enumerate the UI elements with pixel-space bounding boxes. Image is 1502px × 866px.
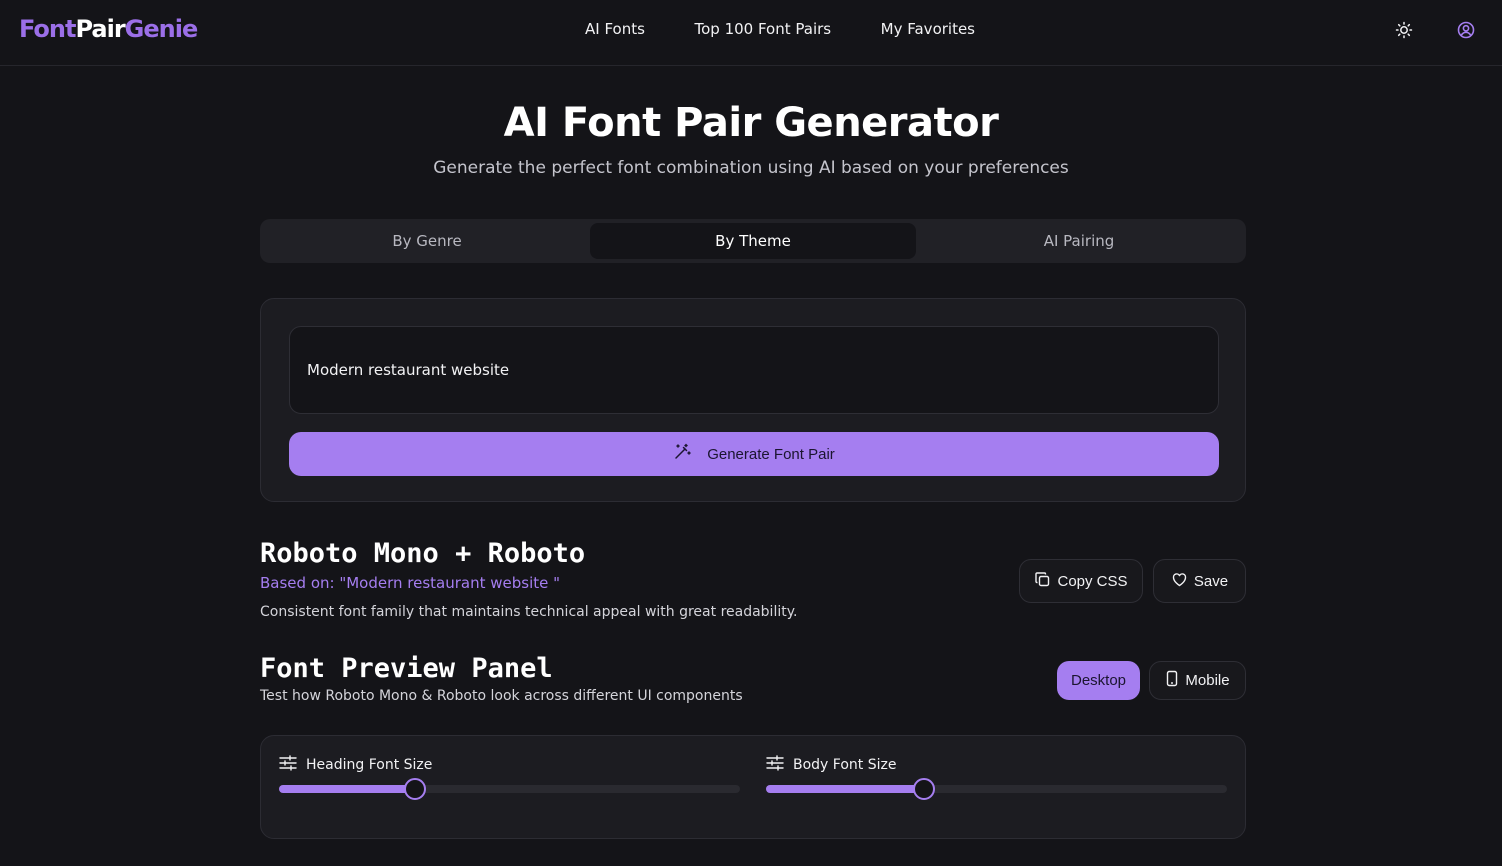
font-size-controls: Heading Font Size Body Font Size [260,735,1246,839]
heading-size-label: Heading Font Size [279,755,432,775]
user-circle-icon[interactable] [1456,20,1476,40]
tab-ai-pairing[interactable]: AI Pairing [916,223,1242,259]
font-pair-title: Roboto Mono + Roboto [260,538,586,569]
nav-links: AI Fonts Top 100 Font Pairs My Favorites [575,20,985,38]
preview-panel-subtitle: Test how Roboto Mono & Roboto look acros… [260,688,743,704]
tab-by-genre[interactable]: By Genre [264,223,590,259]
tab-by-theme[interactable]: By Theme [590,223,916,259]
brand-part-font: Font [19,15,76,43]
mode-tabs: By Genre By Theme AI Pairing [260,219,1246,263]
generate-button-label: Generate Font Pair [707,445,835,463]
heading-slider-thumb[interactable] [403,778,426,800]
based-on-text: Based on: "Modern restaurant website " [260,574,561,592]
brand-part-genie: Genie [124,15,199,43]
save-label: Save [1193,572,1229,590]
magic-wand-icon [673,443,691,465]
page-title: AI Font Pair Generator [503,100,999,146]
nav-link-top-100[interactable]: Top 100 Font Pairs [684,20,841,38]
body-slider-fill [766,785,925,793]
font-pair-description: Consistent font family that maintains te… [260,604,798,620]
brand-logo[interactable]: Font Pair Genie [19,15,199,43]
heading-size-text: Heading Font Size [306,757,433,773]
sliders-icon [279,755,297,775]
page-subtitle: Generate the perfect font combination us… [433,158,1069,178]
brand-part-pair: Pair [75,15,125,43]
theme-input[interactable] [289,326,1219,414]
body-size-text: Body Font Size [793,757,897,773]
phone-icon [1165,670,1179,691]
save-button[interactable]: Save [1153,559,1246,603]
nav-link-ai-fonts[interactable]: AI Fonts [575,20,655,38]
sliders-icon [766,755,784,775]
copy-icon [1034,571,1051,592]
preview-panel-title: Font Preview Panel [260,653,553,684]
body-slider-thumb[interactable] [913,778,936,800]
mobile-label: Mobile [1185,672,1230,689]
heading-slider-fill [279,785,415,793]
top-navbar: Font Pair Genie AI Fonts Top 100 Font Pa… [0,0,1502,66]
copy-css-label: Copy CSS [1057,572,1128,590]
nav-link-favorites[interactable]: My Favorites [871,20,985,38]
sun-icon[interactable] [1394,20,1414,40]
body-size-label: Body Font Size [766,755,896,775]
copy-css-button[interactable]: Copy CSS [1019,559,1143,603]
desktop-view-button[interactable]: Desktop [1057,661,1140,700]
generator-card: Generate Font Pair [260,298,1246,502]
body-size-slider[interactable] [766,778,1227,800]
generate-font-pair-button[interactable]: Generate Font Pair [289,432,1219,476]
heading-size-slider[interactable] [279,778,740,800]
mobile-view-button[interactable]: Mobile [1149,661,1246,700]
heart-icon [1171,571,1188,592]
